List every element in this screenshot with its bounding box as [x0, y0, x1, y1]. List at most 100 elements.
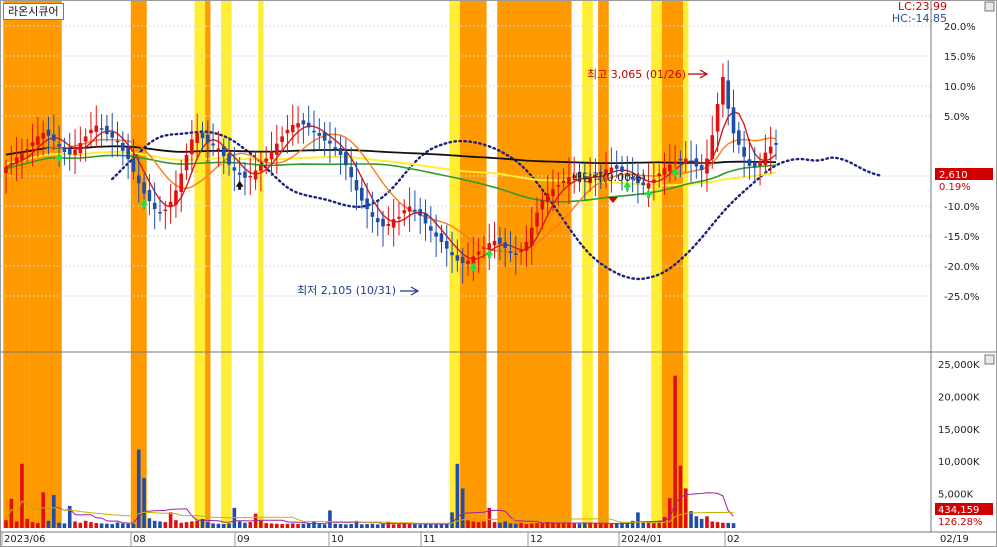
volume-bar	[731, 523, 736, 528]
candle-body	[386, 224, 391, 226]
candle-body	[742, 147, 746, 157]
candle-body	[444, 241, 449, 249]
volume-bar	[418, 524, 423, 528]
volume-bar	[429, 524, 433, 528]
candle-body	[73, 149, 77, 155]
candle-body	[152, 202, 157, 209]
candle-body	[667, 164, 672, 172]
candle-body	[397, 216, 401, 219]
volume-bar	[205, 522, 210, 528]
candle-body	[280, 136, 284, 143]
volume-bar	[317, 524, 322, 528]
volume-bar	[168, 512, 173, 528]
price-tick-label: -25.0%	[944, 292, 979, 303]
volume-bar	[290, 523, 295, 528]
candle-body	[301, 120, 306, 125]
volume-bar	[269, 523, 274, 528]
high-arrow	[688, 69, 709, 79]
volume-bar	[184, 522, 189, 528]
candle-body	[36, 136, 40, 145]
last-price-value: 2,610	[939, 170, 968, 181]
candle-body	[466, 260, 470, 264]
highlight-band	[24, 0, 30, 528]
volume-bar	[152, 520, 157, 528]
dividend-annotation: 배당락(0.00%)	[572, 171, 646, 184]
volume-bar	[62, 523, 67, 528]
price-tick-label: -20.0%	[944, 262, 979, 273]
candle-body	[216, 148, 221, 150]
candle-body	[94, 125, 99, 132]
candle-body	[89, 129, 93, 134]
candle-body	[243, 171, 247, 178]
volume-bar	[726, 522, 731, 528]
volume-bar	[407, 523, 412, 528]
time-tick-label: 08	[133, 534, 146, 545]
highlight-band	[221, 0, 232, 528]
volume-bar	[397, 524, 401, 528]
candle-body	[9, 162, 14, 165]
candle-body	[163, 209, 168, 212]
volume-bar	[524, 524, 529, 528]
candle-body	[535, 212, 539, 227]
volume-bar	[503, 521, 507, 528]
candle-body	[221, 146, 226, 157]
volume-bar	[561, 523, 566, 528]
candle-body	[721, 77, 725, 105]
candle-body	[328, 140, 332, 144]
signal-arrow-icon	[235, 180, 244, 190]
volume-bar	[529, 523, 534, 528]
time-tick-label: 12	[530, 534, 543, 545]
volume-bar	[540, 522, 545, 528]
candle-body	[290, 125, 295, 133]
volume-bar	[221, 524, 226, 528]
candle-body	[190, 139, 194, 155]
volume-bar	[275, 523, 279, 528]
low-annotation: 최저 2,105 (10/31)	[297, 284, 396, 297]
candle-body	[344, 151, 348, 166]
stock-chart: 20.0%15.0%10.0%5.0%-5.0%-10.0%-15.0%-20.…	[0, 0, 997, 547]
candle-body	[699, 165, 704, 170]
volume-tick-label: 15,000K	[938, 425, 980, 436]
candle-body	[115, 140, 120, 143]
candle-body	[349, 167, 353, 178]
volume-bar	[476, 522, 481, 528]
time-tick-label: 2024/01	[621, 534, 663, 545]
volume-bar	[174, 520, 178, 528]
volume-ma-line-2	[5, 500, 734, 524]
candle-body	[731, 107, 736, 134]
candle-body	[551, 189, 555, 197]
volume-bar	[9, 498, 14, 528]
volume-tick-label: 10,000K	[938, 457, 980, 468]
volume-bar	[195, 520, 199, 528]
volume-panel-toggle-icon[interactable]	[984, 354, 995, 365]
price-axis-labels: 20.0%15.0%10.0%5.0%-5.0%-10.0%-15.0%-20.…	[944, 22, 979, 303]
volume-bar	[657, 520, 661, 528]
candle-body	[57, 144, 61, 147]
candle-body	[83, 136, 88, 142]
price-panel-toggle-icon[interactable]	[984, 1, 995, 12]
stock-name-label: 라온시큐어	[3, 3, 64, 20]
candle-body	[227, 153, 231, 165]
highlight-band	[497, 0, 572, 528]
candle-body	[545, 193, 550, 203]
candle-body	[434, 232, 438, 237]
candle-body	[460, 257, 465, 263]
candle-body	[205, 134, 210, 143]
volume-bar	[131, 524, 136, 528]
volume-bar	[721, 522, 725, 528]
volume-bar	[36, 523, 40, 528]
candle-body	[168, 201, 173, 208]
candle-body	[365, 198, 369, 209]
volume-bar	[121, 523, 125, 528]
candle-body	[333, 147, 338, 149]
time-tick-label: 02	[727, 534, 740, 545]
price-tick-label: 10.0%	[944, 82, 976, 93]
volume-bar	[115, 522, 120, 528]
candle-body	[306, 122, 311, 128]
volume-bar	[216, 523, 221, 528]
candle-body	[556, 185, 561, 187]
volume-bar	[312, 521, 316, 528]
candle-body	[269, 151, 274, 160]
candle-body	[237, 172, 242, 175]
volume-bar	[14, 521, 19, 528]
